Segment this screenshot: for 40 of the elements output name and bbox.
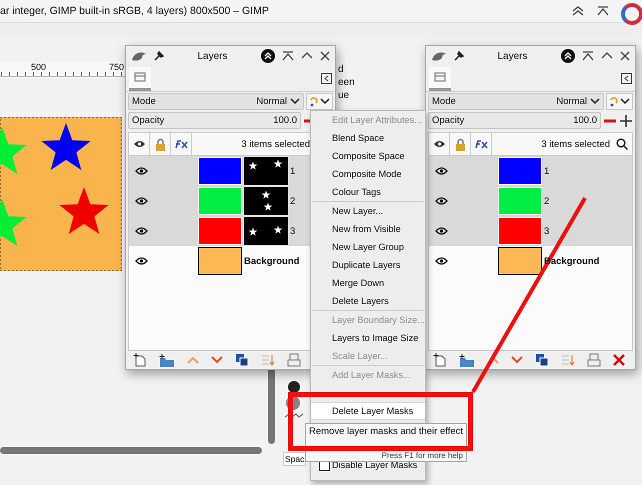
layer-name: 3 bbox=[544, 226, 550, 236]
layer-name: Background bbox=[244, 256, 300, 266]
opacity-label: Opacity bbox=[132, 115, 164, 126]
layer-name: 1 bbox=[290, 166, 296, 176]
layer-name: 2 bbox=[544, 196, 550, 206]
mode-label: Mode bbox=[132, 96, 156, 107]
mode-value: Normal bbox=[256, 96, 287, 107]
opacity-value: 100.0 bbox=[573, 115, 597, 126]
menu-item[interactable]: Delete Layer Masks bbox=[311, 402, 425, 420]
selection-count: 3 items selected bbox=[241, 138, 310, 150]
window-title: ar integer, GIMP built-in sRGB, 4 layers) 800x500 – GIMP bbox=[0, 5, 269, 17]
mode-label: Mode bbox=[432, 96, 456, 107]
channel-name: een bbox=[338, 77, 355, 88]
ruler-label: 500 bbox=[30, 62, 48, 72]
opacity-label: Opacity bbox=[432, 115, 464, 126]
mode-dropdown[interactable]: Mode Normal bbox=[428, 93, 604, 110]
layer-name: 1 bbox=[544, 166, 550, 176]
tooltip-hint: Press F1 for more help bbox=[382, 451, 463, 460]
menu-item[interactable]: Delete Layers bbox=[311, 292, 425, 310]
opacity-value: 100.0 bbox=[273, 115, 297, 126]
channel-name: ue bbox=[338, 90, 350, 101]
menu-item[interactable]: Layers to Image Size bbox=[311, 329, 425, 347]
ruler-label: 750 bbox=[108, 62, 126, 72]
dock-tab[interactable]: Spac bbox=[283, 452, 306, 466]
layer-name: 2 bbox=[290, 196, 296, 206]
mode-value: Normal bbox=[556, 96, 587, 107]
menu-item[interactable]: Blend Space bbox=[311, 129, 425, 147]
mode-dropdown[interactable]: Mode Normal bbox=[128, 93, 304, 110]
dialog-title: Layers bbox=[196, 50, 228, 62]
channel-name: d bbox=[338, 64, 345, 75]
tooltip-text: Remove layer masks and their effect bbox=[309, 425, 463, 439]
layer-row[interactable]: 2 bbox=[429, 186, 632, 216]
selection-count: 3 items selected bbox=[541, 138, 610, 150]
menu-item[interactable]: Merge Down bbox=[311, 274, 425, 292]
layer-name: 3 bbox=[290, 226, 296, 236]
layer-row[interactable]: 1 bbox=[429, 156, 632, 186]
dialog-title: Layers bbox=[496, 50, 528, 62]
opacity-field[interactable]: Opacity 100.0 bbox=[128, 112, 301, 129]
opacity-field[interactable]: Opacity 100.0 bbox=[428, 112, 601, 129]
layer-row[interactable]: 3 bbox=[429, 216, 632, 246]
